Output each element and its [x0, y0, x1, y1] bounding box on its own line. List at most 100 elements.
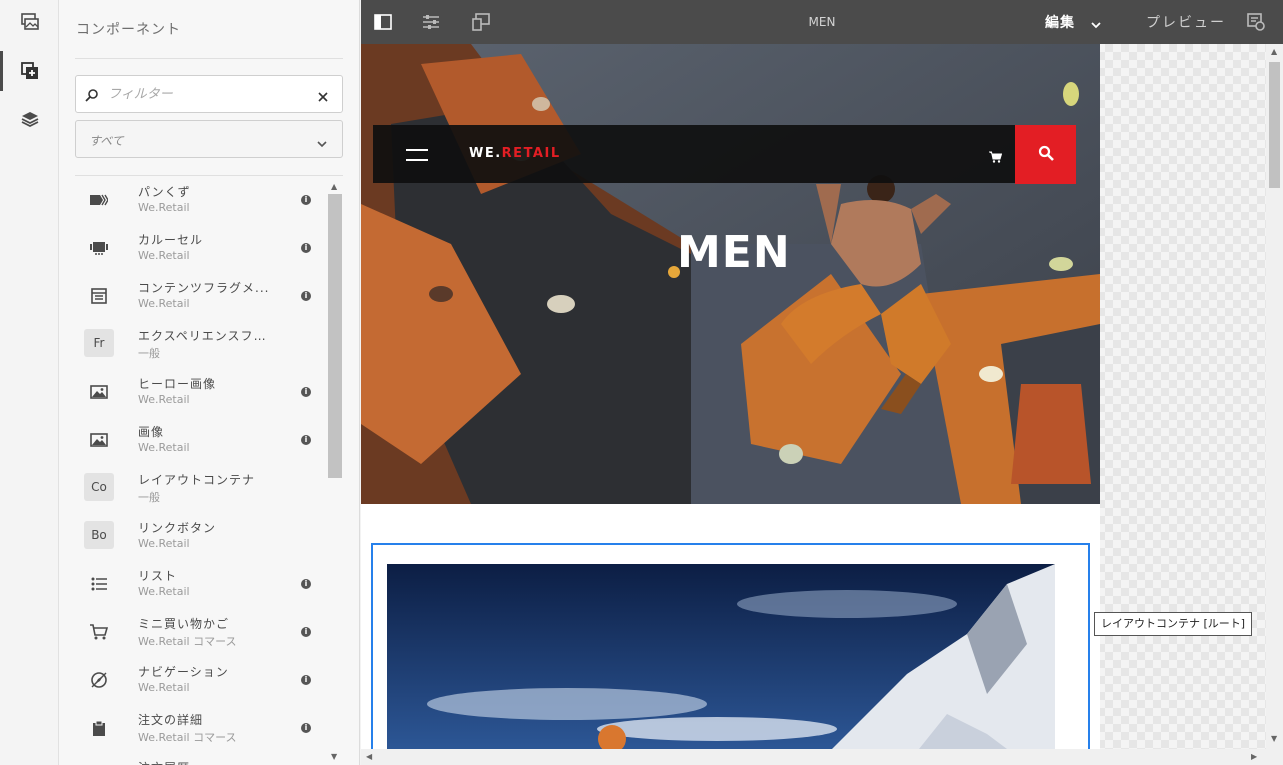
- image-icon: [84, 425, 114, 455]
- mountain-image[interactable]: [387, 564, 1055, 764]
- scroll-down-icon[interactable]: ▼: [331, 752, 337, 761]
- brand-logo[interactable]: WE.RETAIL: [469, 146, 561, 161]
- component-group: We.Retail: [138, 201, 190, 214]
- info-icon[interactable]: i: [301, 387, 311, 397]
- chevron-down-icon: [317, 134, 327, 153]
- info-icon[interactable]: i: [301, 579, 311, 589]
- component-name: リスト: [138, 569, 178, 583]
- mountain-photo: [387, 564, 1055, 764]
- component-name: リンクボタン: [138, 521, 217, 535]
- page-info-icon[interactable]: [1234, 0, 1278, 44]
- clear-icon[interactable]: [317, 88, 329, 107]
- scroll-up-icon[interactable]: ▲: [331, 182, 337, 191]
- cart-icon[interactable]: [989, 148, 1003, 167]
- chevron-down-icon[interactable]: [1091, 15, 1101, 34]
- select-value: すべて: [89, 134, 124, 148]
- component-group: We.Retail: [138, 681, 190, 694]
- component-list-item[interactable]: 注文の詳細 We.Retail コマース i: [75, 704, 327, 752]
- component-name: カルーセル: [138, 233, 204, 247]
- page-properties-icon[interactable]: [409, 0, 453, 44]
- component-list-item[interactable]: 画像 We.Retail i: [75, 416, 327, 464]
- editor-horizontal-scrollbar[interactable]: ◀ ▶: [361, 749, 1283, 765]
- editor-toolbar: MEN 編集 プレビュー: [361, 0, 1283, 44]
- hamburger-menu-icon[interactable]: [406, 147, 428, 166]
- scroll-thumb[interactable]: [328, 194, 342, 478]
- scroll-down-icon[interactable]: ▼: [1271, 734, 1277, 743]
- component-tooltip: レイアウトコンテナ [ルート]: [1094, 612, 1253, 636]
- preview-button[interactable]: プレビュー: [1146, 12, 1226, 32]
- panel-scrollbar[interactable]: ▲ ▼: [327, 180, 343, 765]
- info-icon[interactable]: i: [301, 195, 311, 205]
- component-name: 注文の詳細: [138, 713, 204, 727]
- component-group-select[interactable]: すべて: [75, 120, 343, 158]
- component-group: We.Retail: [138, 585, 190, 598]
- filter-field[interactable]: [75, 75, 343, 113]
- component-name: ヒーロー画像: [138, 377, 217, 391]
- component-group: 一般: [138, 491, 160, 504]
- component-list-item[interactable]: コンテンツフラグメ... We.Retail i: [75, 272, 327, 320]
- component-group: We.Retail: [138, 249, 190, 262]
- component-list-item[interactable]: カルーセル We.Retail i: [75, 224, 327, 272]
- editor-vertical-scrollbar[interactable]: ▲ ▼: [1266, 44, 1283, 749]
- divider: [75, 58, 343, 59]
- info-icon[interactable]: i: [301, 675, 311, 685]
- cart-icon: [84, 617, 114, 647]
- component-list-item[interactable]: Fr エクスペリエンスフラグメ... 一般: [75, 320, 327, 368]
- list-icon: [84, 569, 114, 599]
- component-list-item[interactable]: Bo リンクボタン We.Retail: [75, 512, 327, 560]
- component-list-item[interactable]: 注文履歴i: [75, 752, 327, 765]
- component-name: 画像: [138, 425, 165, 439]
- site-search-button[interactable]: [1015, 125, 1076, 184]
- component-group: We.Retail コマース: [138, 635, 237, 648]
- component-group: We.Retail コマース: [138, 731, 237, 744]
- component-name: ミニ買い物かご: [138, 617, 230, 631]
- component-name: レイアウトコンテナ: [138, 473, 256, 487]
- search-icon: [1038, 145, 1054, 165]
- info-icon[interactable]: i: [301, 627, 311, 637]
- navigation-icon: [84, 665, 114, 695]
- search-icon: [85, 87, 99, 106]
- component-list-item[interactable]: ヒーロー画像 We.Retail i: [75, 368, 327, 416]
- content-tree-icon[interactable]: [0, 97, 59, 141]
- component-list-item[interactable]: Co レイアウトコンテナ 一般: [75, 464, 327, 512]
- components-icon[interactable]: [0, 49, 59, 93]
- assets-icon[interactable]: [0, 0, 59, 44]
- info-icon[interactable]: i: [301, 435, 311, 445]
- editor-canvas: WE.RETAIL MEN レイアウトコンテナ [ルート]: [361, 44, 1283, 765]
- side-rail: [0, 0, 59, 765]
- component-name: エクスペリエンスフラグメ...: [138, 329, 278, 343]
- scroll-up-icon[interactable]: ▲: [1271, 47, 1277, 56]
- filter-input[interactable]: [106, 76, 306, 112]
- component-list-item[interactable]: ナビゲーション We.Retail i: [75, 656, 327, 704]
- component-group: We.Retail: [138, 441, 190, 454]
- components-panel: コンポーネント すべて パンくず We.Retail i カルーセル We.Retail…: [59, 0, 360, 765]
- component-list-item[interactable]: パンくず We.Retail i: [75, 176, 327, 224]
- component-abbr-badge: Fr: [84, 329, 114, 357]
- scroll-thumb[interactable]: [1269, 62, 1280, 188]
- carousel-icon: [84, 233, 114, 263]
- site-navbar: WE.RETAIL: [373, 125, 1016, 183]
- emulator-icon[interactable]: [459, 0, 503, 44]
- list-icon: [84, 761, 114, 765]
- hero-image[interactable]: WE.RETAIL MEN: [361, 44, 1100, 504]
- component-list-item[interactable]: ミニ買い物かご We.Retail コマース i: [75, 608, 327, 656]
- panel-title: コンポーネント: [76, 22, 181, 38]
- component-list-item[interactable]: リスト We.Retail i: [75, 560, 327, 608]
- hero-title: MEN: [677, 227, 791, 278]
- scroll-right-icon[interactable]: ▶: [1251, 752, 1257, 761]
- info-icon[interactable]: i: [301, 723, 311, 733]
- info-icon[interactable]: i: [301, 243, 311, 253]
- component-name: コンテンツフラグメ...: [138, 281, 270, 295]
- edit-mode-button[interactable]: 編集: [1045, 12, 1075, 32]
- toggle-side-panel-icon[interactable]: [361, 0, 405, 44]
- content-fragment-icon: [84, 281, 114, 311]
- info-icon[interactable]: i: [301, 291, 311, 301]
- component-abbr-badge: Co: [84, 473, 114, 501]
- component-name: パンくず: [138, 185, 191, 199]
- component-name: ナビゲーション: [138, 665, 229, 679]
- component-group: We.Retail: [138, 393, 190, 406]
- image-icon: [84, 377, 114, 407]
- scroll-left-icon[interactable]: ◀: [366, 752, 372, 761]
- component-group: We.Retail: [138, 297, 190, 310]
- component-name: 注文履歴: [138, 759, 278, 765]
